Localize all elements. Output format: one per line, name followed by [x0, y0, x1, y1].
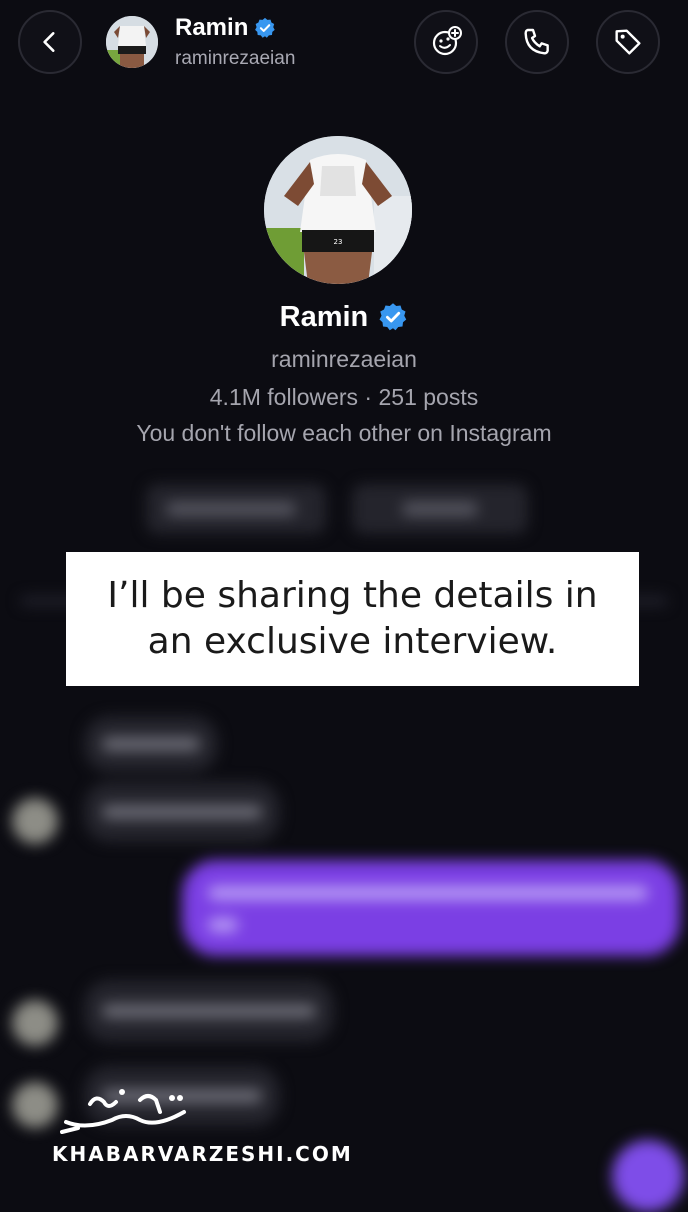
verified-badge-icon [255, 17, 276, 38]
sent-message-bubble[interactable] [182, 860, 680, 956]
profile-avatar[interactable]: 23 [264, 136, 412, 284]
profile-username: raminrezaeian [271, 346, 417, 372]
chat-header: Ramin raminrezaeian [0, 0, 688, 90]
watermark-logo [60, 1089, 186, 1134]
video-chats-button[interactable] [352, 484, 528, 534]
verified-badge-icon [379, 303, 407, 331]
avatar-photo: 23 [264, 136, 412, 284]
sender-avatar[interactable] [12, 1000, 58, 1046]
message-bubble[interactable] [84, 782, 280, 842]
message-bubble[interactable] [84, 980, 334, 1042]
watermark-site: KHABARVARZESHI.COM [52, 1142, 353, 1166]
profile-stats: 4.1M followers · 251 posts [209, 384, 479, 410]
avatar-photo [106, 16, 158, 68]
svg-text:23: 23 [334, 238, 343, 246]
sent-message-bubble[interactable] [612, 1140, 684, 1212]
caption-overlay: I’ll be sharing the details in an exclus… [66, 552, 639, 686]
tag-button[interactable] [596, 10, 660, 74]
sender-avatar[interactable] [12, 1082, 58, 1128]
view-profile-button[interactable] [146, 484, 326, 534]
phone-icon [524, 28, 549, 55]
header-avatar[interactable] [106, 16, 158, 68]
header-username: raminrezaeian [175, 48, 296, 69]
profile-name-row: Ramin [0, 300, 688, 334]
sender-avatar[interactable] [12, 798, 58, 844]
tag-icon [615, 29, 641, 55]
header-name-row: Ramin [175, 14, 276, 42]
profile-follow-note: You don't follow each other on Instagram [136, 420, 552, 446]
effects-plus-icon [432, 26, 462, 56]
profile-name: Ramin [279, 300, 369, 333]
effects-button[interactable] [414, 10, 478, 74]
voice-call-button[interactable] [505, 10, 569, 74]
header-name: Ramin [175, 14, 249, 41]
chevron-left-icon [43, 32, 55, 52]
message-bubble[interactable] [84, 716, 218, 772]
back-button[interactable] [18, 10, 82, 74]
